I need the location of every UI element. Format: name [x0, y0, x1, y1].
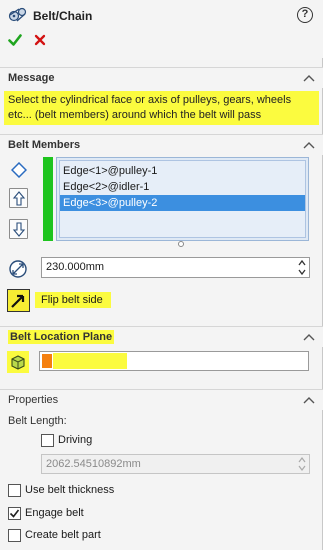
plane-icon [7, 351, 29, 373]
belt-location-plane-title-text: Belt Location Plane [8, 330, 115, 344]
select-member-button[interactable] [9, 160, 28, 180]
properties-section-title: Properties [8, 394, 59, 406]
driving-label: Driving [58, 434, 93, 446]
chevron-up-icon[interactable] [303, 332, 315, 341]
belt-chain-icon [8, 6, 28, 24]
use-belt-thickness-label: Use belt thickness [25, 484, 115, 496]
engage-belt-label: Engage belt [25, 507, 84, 519]
list-item[interactable]: Edge<1>@pulley-1 [60, 163, 305, 179]
list-resize-handle[interactable] [178, 241, 184, 247]
belt-members-list-inner: Edge<1>@pulley-1 Edge<2>@idler-1 Edge<3>… [59, 160, 306, 238]
chevron-up-icon[interactable] [303, 73, 315, 82]
message-section-header[interactable]: Message [0, 67, 323, 88]
belt-location-plane-section-header[interactable]: Belt Location Plane [0, 326, 323, 347]
chevron-down-icon[interactable] [296, 268, 308, 277]
checkmark-icon [9, 509, 20, 518]
chevron-up-icon[interactable] [303, 395, 315, 404]
plane-highlight [53, 353, 127, 369]
flip-arrow-icon [11, 294, 25, 308]
driving-checkbox[interactable] [41, 434, 54, 447]
belt-members-section-title: Belt Members [8, 139, 81, 151]
use-belt-thickness-checkbox[interactable] [8, 484, 21, 497]
diamond-select-icon [11, 162, 27, 178]
flip-belt-side-button[interactable] [7, 289, 30, 312]
move-up-button[interactable] [9, 188, 28, 208]
message-section-title: Message [8, 72, 55, 84]
belt-length-spinner [296, 455, 308, 473]
belt-location-plane-field[interactable] [39, 351, 309, 371]
engage-belt-checkbox[interactable] [8, 507, 21, 520]
belt-length-label: Belt Length: [8, 415, 67, 427]
properties-section-header[interactable]: Properties [0, 389, 323, 410]
property-manager-panel: Belt/Chain ? Message Select the cylindri… [0, 0, 323, 550]
list-item[interactable]: Edge<2>@idler-1 [60, 179, 305, 195]
message-text: Select the cylindrical face or axis of p… [4, 91, 319, 125]
belt-location-plane-title: Belt Location Plane [8, 330, 115, 344]
chevron-up-icon[interactable] [303, 140, 315, 149]
panel-title: Belt/Chain [33, 9, 93, 23]
spinner-arrows-icon [298, 457, 306, 471]
belt-members-list[interactable]: Edge<1>@pulley-1 Edge<2>@idler-1 Edge<3>… [56, 157, 309, 241]
belt-length-input[interactable]: 230.000mm [41, 257, 310, 278]
length-spinner[interactable] [296, 258, 308, 277]
distance-icon [8, 259, 30, 279]
plane-selection-marker [42, 354, 52, 368]
ok-checkmark-icon[interactable] [8, 33, 22, 47]
cancel-x-icon[interactable] [34, 34, 46, 46]
flip-belt-side-label: Flip belt side [35, 292, 111, 308]
belt-length-value-field: 2062.54510892mm [41, 454, 310, 474]
chevron-up-icon[interactable] [296, 258, 308, 267]
belt-members-section-header[interactable]: Belt Members [0, 134, 323, 155]
create-belt-part-checkbox[interactable] [8, 529, 21, 542]
create-belt-part-label: Create belt part [25, 529, 101, 541]
panel-header: Belt/Chain ? [0, 0, 323, 58]
list-item-selected[interactable]: Edge<3>@pulley-2 [60, 195, 305, 211]
help-icon[interactable]: ? [297, 7, 313, 23]
arrow-down-icon [12, 222, 26, 237]
arrow-up-icon [12, 191, 26, 206]
move-down-button[interactable] [9, 219, 28, 239]
members-status-bar [43, 157, 53, 241]
